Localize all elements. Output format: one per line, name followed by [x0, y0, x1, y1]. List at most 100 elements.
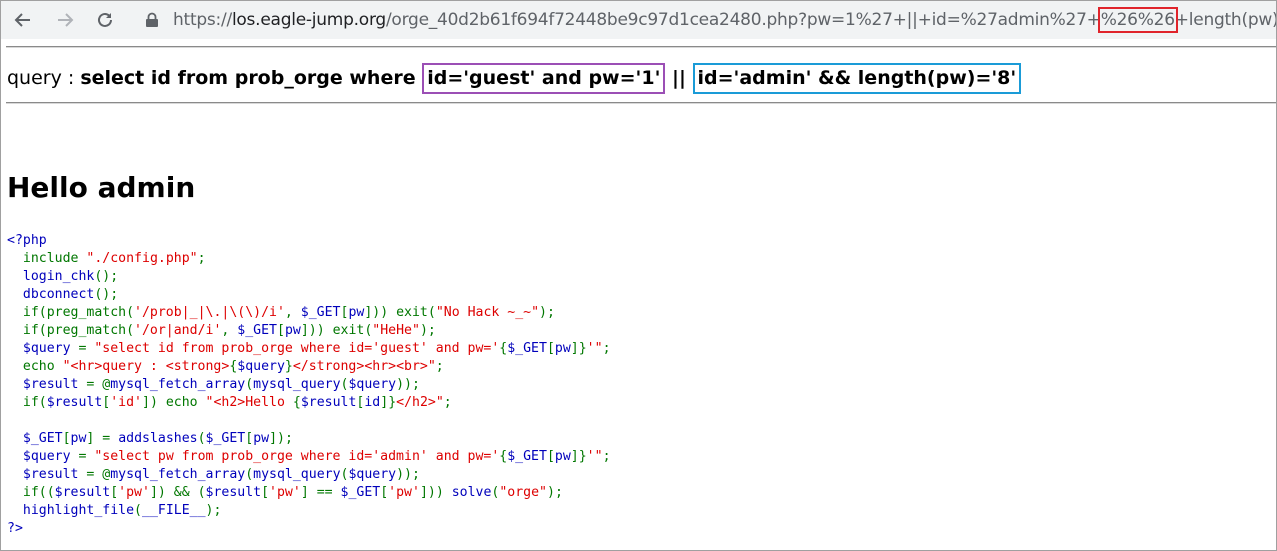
code-token: if(	[7, 395, 47, 410]
code-token: $query	[7, 341, 79, 356]
code-token: ();	[94, 269, 119, 284]
top-hr	[6, 46, 1276, 48]
code-token: [	[380, 485, 389, 500]
code-token: );	[419, 323, 436, 338]
code-token: "./config.php"	[86, 251, 198, 266]
code-token: $_GET	[237, 323, 277, 338]
back-button[interactable]	[11, 8, 35, 32]
code-token: $_GET	[7, 431, 63, 446]
code-token: ;	[443, 395, 452, 410]
code-token: solve	[451, 485, 492, 500]
code-token: =	[78, 341, 95, 356]
browser-toolbar: https://los.eagle-jump.org/orge_40d2b61f…	[1, 1, 1276, 39]
code-token: $result	[54, 485, 111, 500]
code-token: $query	[348, 377, 397, 392]
code-token: ));	[396, 377, 420, 392]
reload-button[interactable]	[93, 8, 117, 32]
code-token: '/or|and/i'	[134, 323, 222, 338]
code-token: "No Hack ~_~"	[435, 305, 540, 320]
code-line: highlight_file(__FILE__);	[7, 502, 611, 520]
code-token: );	[539, 305, 555, 320]
code-token: ]}	[380, 395, 397, 410]
code-token: [	[261, 485, 270, 500]
query-or: ||	[665, 67, 693, 89]
code-token: mysql_fetch_array	[110, 377, 246, 392]
code-token: [	[245, 431, 254, 446]
code-token: (	[197, 431, 206, 446]
code-line: if($result['id']) echo "<h2>Hello {$resu…	[7, 394, 611, 412]
url-scheme: https://	[173, 10, 232, 30]
code-token: ]))	[419, 485, 452, 500]
code-token: $query	[237, 359, 285, 374]
php-source: <?php include "./config.php"; login_chk(…	[7, 232, 611, 538]
code-token: $query	[7, 449, 79, 464]
code-token: include	[22, 251, 87, 266]
code-token: $_GET	[300, 305, 341, 320]
code-token: __FILE__	[142, 503, 206, 518]
code-token: "<hr>query : <strong>	[62, 359, 230, 374]
query-sql: select id from prob_orge where id='guest…	[80, 63, 1022, 94]
code-token: 'pw'	[269, 485, 301, 500]
query-line: query : select id from prob_orge where i…	[7, 63, 1022, 94]
code-token: $result	[205, 485, 262, 500]
code-token: ();	[94, 287, 119, 302]
code-token: ]) echo	[142, 395, 206, 410]
query-label: query :	[7, 67, 81, 89]
code-token: 'id'	[110, 395, 142, 410]
code-token: $_GET	[205, 431, 246, 446]
code-token: = @	[86, 467, 111, 482]
code-token: "select pw from prob_orge where id='admi…	[94, 449, 500, 464]
code-token: ?>	[7, 521, 23, 536]
code-line	[7, 412, 611, 430]
code-token: if(preg_match(	[7, 305, 135, 320]
code-token: (	[245, 467, 254, 482]
code-token: '/prob|_|\.|\(\)/i'	[134, 305, 285, 320]
query-purple-box: id='guest' and pw='1'	[422, 63, 666, 94]
code-token: [	[546, 449, 555, 464]
url-text[interactable]: https://los.eagle-jump.org/orge_40d2b61f…	[173, 7, 1276, 33]
code-token: {	[292, 395, 301, 410]
lock-icon	[146, 12, 158, 27]
code-token: pw	[253, 431, 270, 446]
code-line: $query = "select pw from prob_orge where…	[7, 448, 611, 466]
code-token: $_GET	[507, 341, 547, 356]
code-token: [	[62, 431, 71, 446]
code-token: $result	[300, 395, 357, 410]
forward-button[interactable]	[53, 8, 77, 32]
code-token: pw	[70, 431, 87, 446]
code-token: mysql_query	[253, 377, 341, 392]
code-token: ;	[197, 251, 206, 266]
code-token: ,	[284, 305, 301, 320]
code-line: $result = @mysql_fetch_array(mysql_query…	[7, 376, 611, 394]
query-pre: select id from prob_orge where	[80, 67, 423, 89]
code-line: $result = @mysql_fetch_array(mysql_query…	[7, 466, 611, 484]
code-line: include "./config.php";	[7, 250, 611, 268]
code-token: addslashes	[118, 431, 198, 446]
code-token: $result	[7, 467, 87, 482]
code-token: if(preg_match(	[7, 323, 135, 338]
code-token: $_GET	[507, 449, 547, 464]
code-token: '"	[586, 341, 603, 356]
code-token: );	[205, 503, 222, 518]
code-token: 'pw'	[388, 485, 420, 500]
code-token: mysql_query	[253, 467, 341, 482]
code-token: (	[245, 377, 254, 392]
code-token: $_GET	[340, 485, 381, 500]
code-token: if((	[7, 485, 55, 500]
code-token: id	[364, 395, 381, 410]
code-token: pw	[554, 449, 571, 464]
code-token: pw	[348, 305, 365, 320]
code-token: pw	[284, 323, 301, 338]
code-token: ]) && (	[149, 485, 206, 500]
code-token: "<h2>Hello	[205, 395, 293, 410]
code-token: "orge"	[499, 485, 547, 500]
code-token: </h2>"	[396, 395, 444, 410]
address-bar[interactable]: https://los.eagle-jump.org/orge_40d2b61f…	[133, 4, 1276, 36]
code-line: ?>	[7, 520, 611, 538]
code-token: =	[78, 449, 95, 464]
code-token: 'pw'	[118, 485, 150, 500]
code-line: dbconnect();	[7, 286, 611, 304]
code-line: $query = "select id from prob_orge where…	[7, 340, 611, 358]
